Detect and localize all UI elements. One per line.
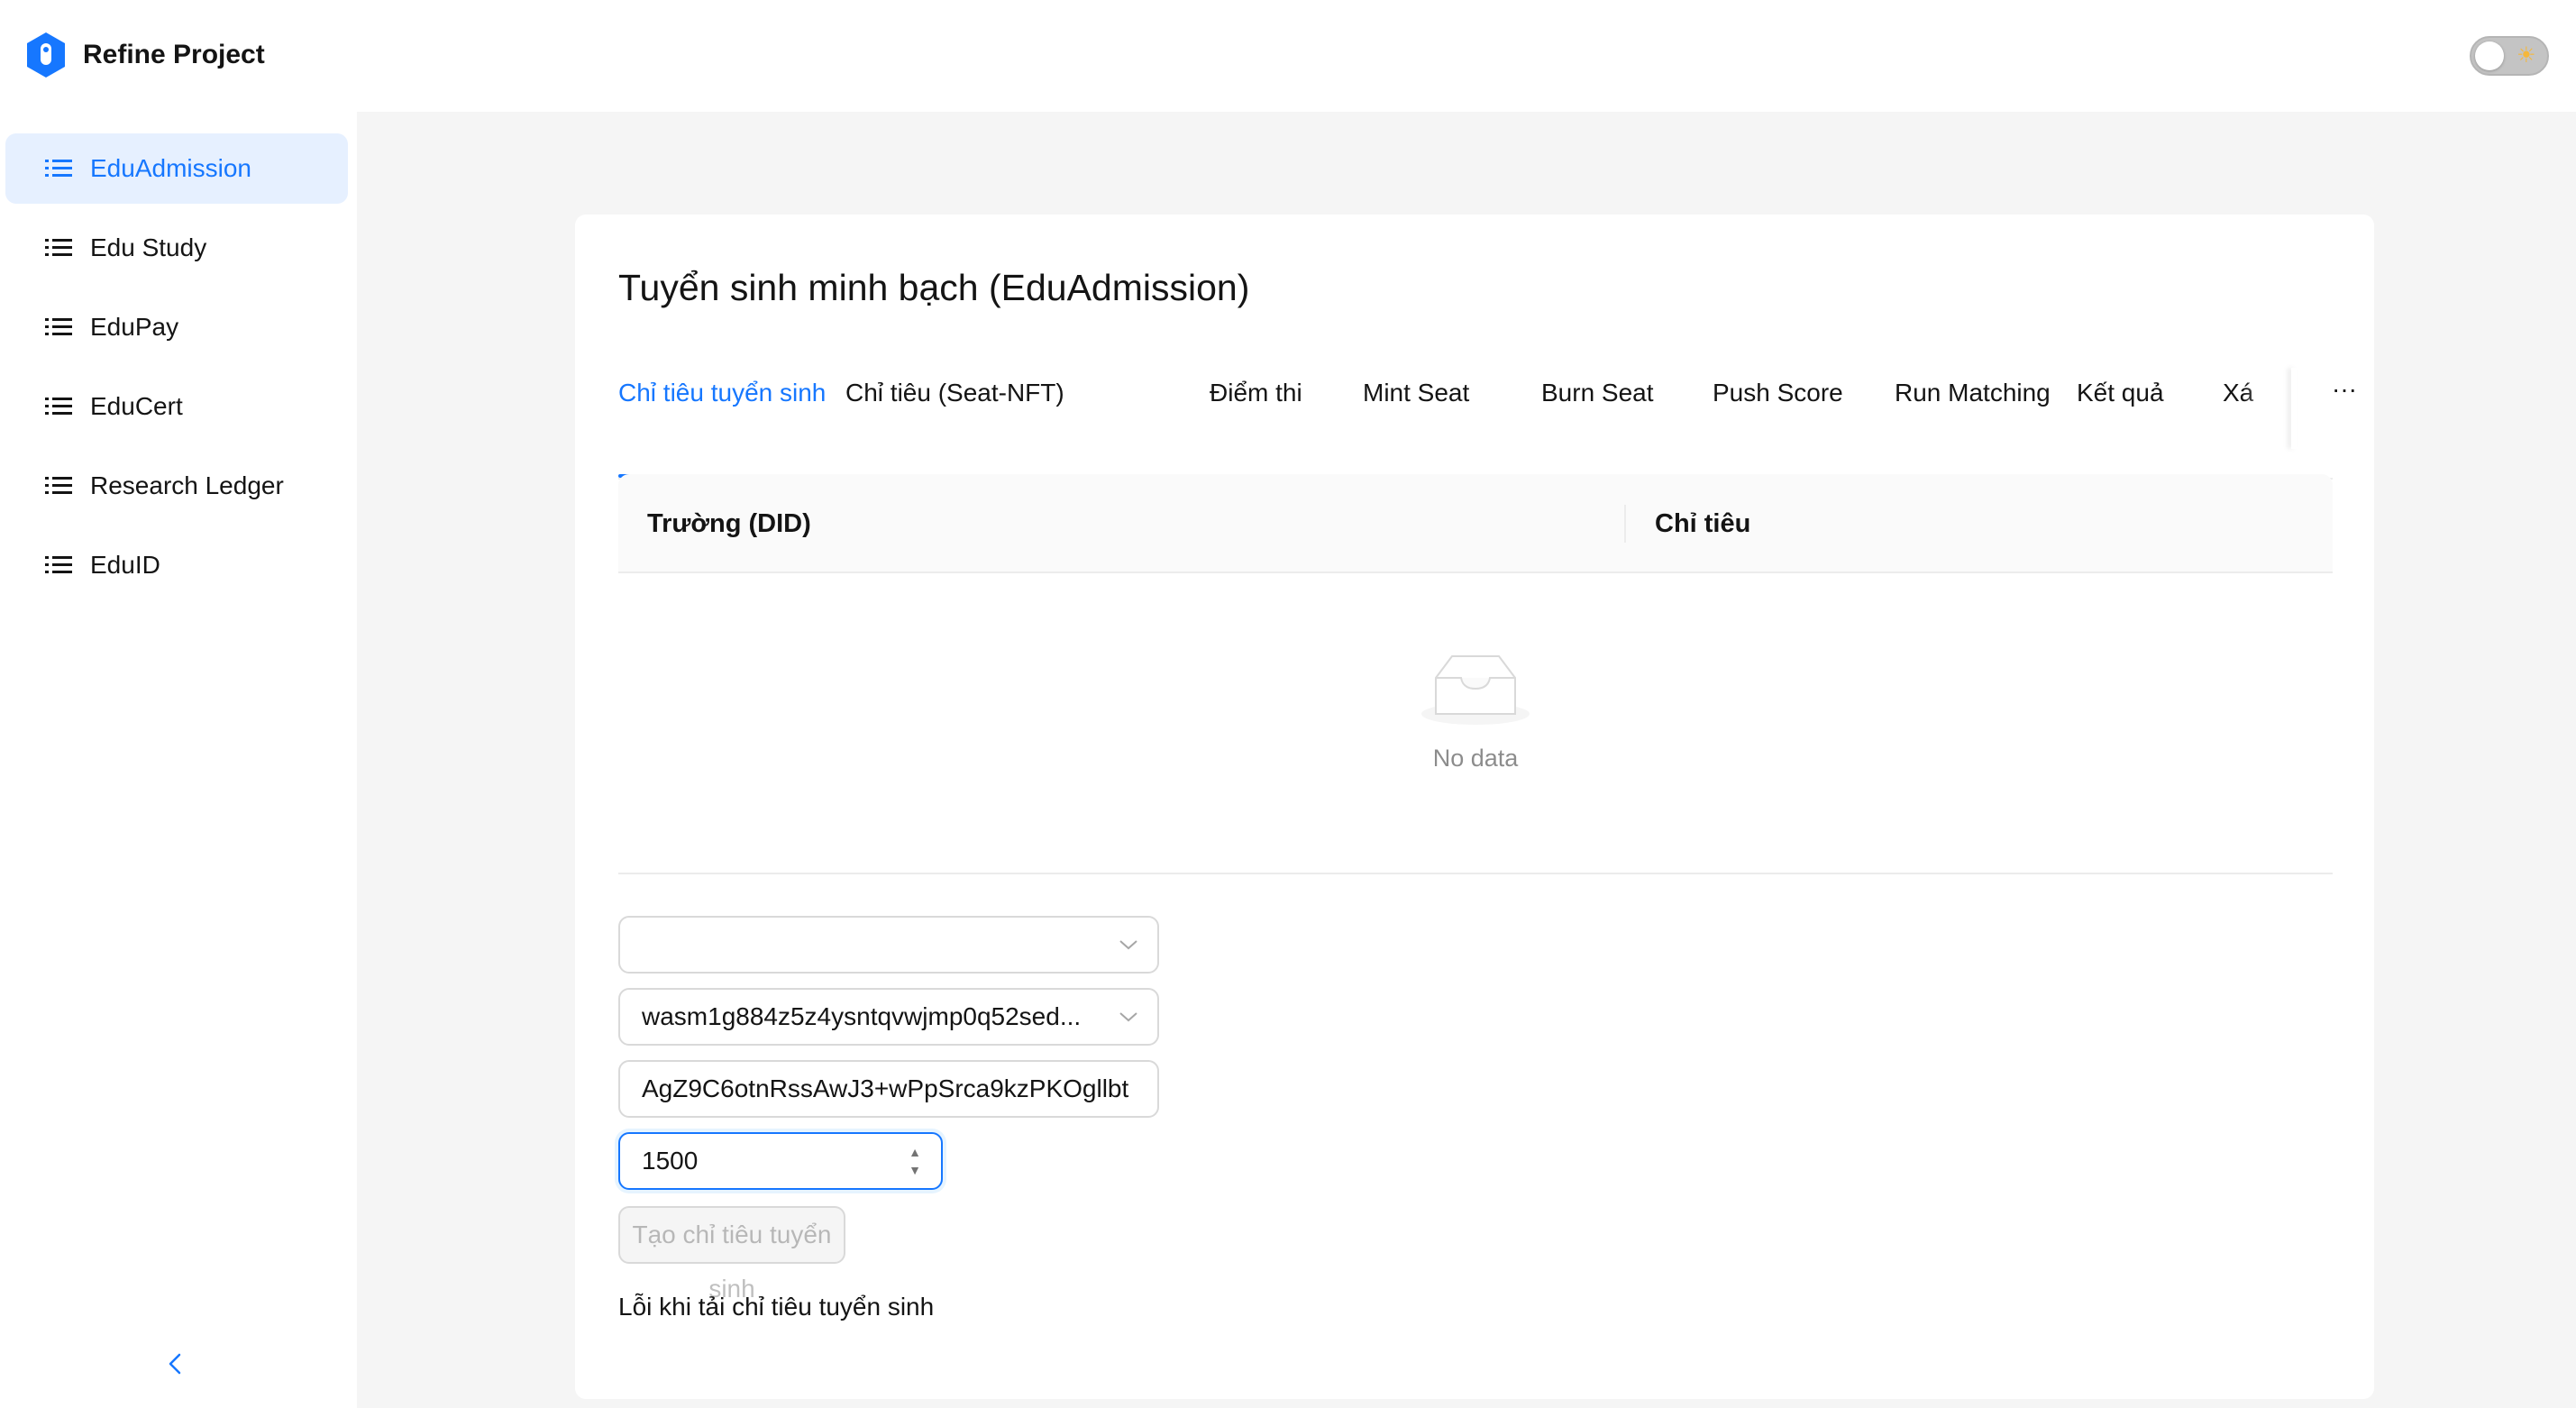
sidebar-collapse-button[interactable] — [162, 1350, 189, 1377]
quota-table: Trường (DID) Chỉ tiêu No data — [618, 474, 2333, 874]
page-title: Tuyển sinh minh bạch (EduAdmission) — [618, 267, 1250, 308]
sidebar-item-label: Edu Study — [90, 233, 207, 261]
tab-mint-seat[interactable]: Mint Seat — [1363, 368, 1469, 418]
column-divider — [1624, 505, 1626, 543]
tab-burn-seat[interactable]: Burn Seat — [1541, 368, 1654, 418]
sidebar-item-edupay[interactable]: EduPay — [5, 292, 348, 362]
tab-list: Chỉ tiêu tuyển sinh Chỉ tiêu (Seat-NFT) … — [618, 368, 2297, 478]
list-icon — [45, 239, 72, 256]
app-title: Refine Project — [83, 40, 265, 69]
tab-run-matching[interactable]: Run Matching — [1895, 368, 2051, 418]
chevron-left-icon — [169, 1353, 181, 1375]
sidebar-item-eduid[interactable]: EduID — [5, 530, 348, 600]
tab-push-score[interactable]: Push Score — [1713, 368, 1843, 418]
tab-bar: Chỉ tiêu tuyển sinh Chỉ tiêu (Seat-NFT) … — [618, 368, 2357, 480]
sidebar-item-edu-study[interactable]: Edu Study — [5, 213, 348, 283]
quota-value: 1500 — [642, 1147, 699, 1175]
stepper-down-icon[interactable]: ▼ — [905, 1161, 925, 1179]
tab-chi-tieu-seat-nft[interactable]: Chỉ tiêu (Seat-NFT) — [845, 368, 1064, 418]
contract-select-value: wasm1g884z5z4ysntqvwjmp0q52sed... — [642, 1002, 1082, 1030]
sidebar-item-label: Research Ledger — [90, 471, 284, 499]
empty-text: No data — [1432, 745, 1519, 772]
sidebar: EduAdmission Edu Study EduPay EduCert Re… — [0, 112, 357, 1408]
column-header-quota: Chỉ tiêu — [1655, 509, 1751, 538]
chevron-down-icon — [1119, 1012, 1137, 1022]
error-message: Lỗi khi tải chỉ tiêu tuyển sinh — [618, 1293, 935, 1321]
create-quota-button[interactable]: Tạo chỉ tiêu tuyển sinh — [618, 1206, 845, 1303]
empty-state: No data — [618, 651, 2333, 773]
toggle-knob — [2475, 41, 2504, 70]
tab-overflow-shadow — [2291, 368, 2297, 449]
tab-overflow-fade — [2244, 368, 2280, 449]
school-select[interactable] — [618, 916, 1159, 974]
list-icon — [45, 398, 72, 415]
column-header-school: Trường (DID) — [647, 509, 811, 538]
stepper-up-icon[interactable]: ▲ — [905, 1143, 925, 1161]
sidebar-item-label: EduPay — [90, 313, 179, 341]
main-card: Tuyển sinh minh bạch (EduAdmission) Chỉ … — [575, 215, 2374, 1399]
brand[interactable]: Refine Project — [23, 31, 265, 79]
sidebar-item-label: EduCert — [90, 392, 183, 420]
tab-more-button[interactable]: ··· — [2322, 368, 2367, 418]
sidebar-item-research-ledger[interactable]: Research Ledger — [5, 451, 348, 521]
contract-select[interactable]: wasm1g884z5z4ysntqvwjmp0q52sed... — [618, 988, 1159, 1046]
table-header: Trường (DID) Chỉ tiêu — [618, 474, 2333, 573]
refine-logo-icon — [27, 32, 65, 78]
sidebar-item-educert[interactable]: EduCert — [5, 371, 348, 442]
sidebar-item-label: EduID — [90, 551, 160, 579]
chevron-down-icon — [1119, 940, 1137, 950]
sidebar-item-label: EduAdmission — [90, 154, 251, 182]
sidebar-item-eduadmission[interactable]: EduAdmission — [5, 133, 348, 204]
list-icon — [45, 477, 72, 494]
empty-inbox-icon — [1421, 655, 1530, 725]
tab-chi-tieu-tuyen-sinh[interactable]: Chỉ tiêu tuyển sinh — [618, 368, 826, 418]
list-icon — [45, 160, 72, 177]
tab-diem-thi[interactable]: Điểm thi — [1210, 368, 1302, 418]
sun-icon: ☀ — [2517, 43, 2536, 68]
key-input[interactable]: AgZ9C6otnRssAwJ3+wPpSrca9kzPKOgllbt — [618, 1060, 1159, 1118]
tab-ket-qua[interactable]: Kết quả — [2077, 368, 2164, 418]
theme-toggle[interactable]: ☀ — [2470, 36, 2549, 76]
quota-number-input[interactable]: 1500 ▲ ▼ — [618, 1132, 943, 1190]
quota-stepper[interactable]: ▲ ▼ — [905, 1143, 925, 1179]
list-icon — [45, 318, 72, 335]
list-icon — [45, 556, 72, 573]
top-header: Refine Project ☀ — [0, 0, 2576, 112]
